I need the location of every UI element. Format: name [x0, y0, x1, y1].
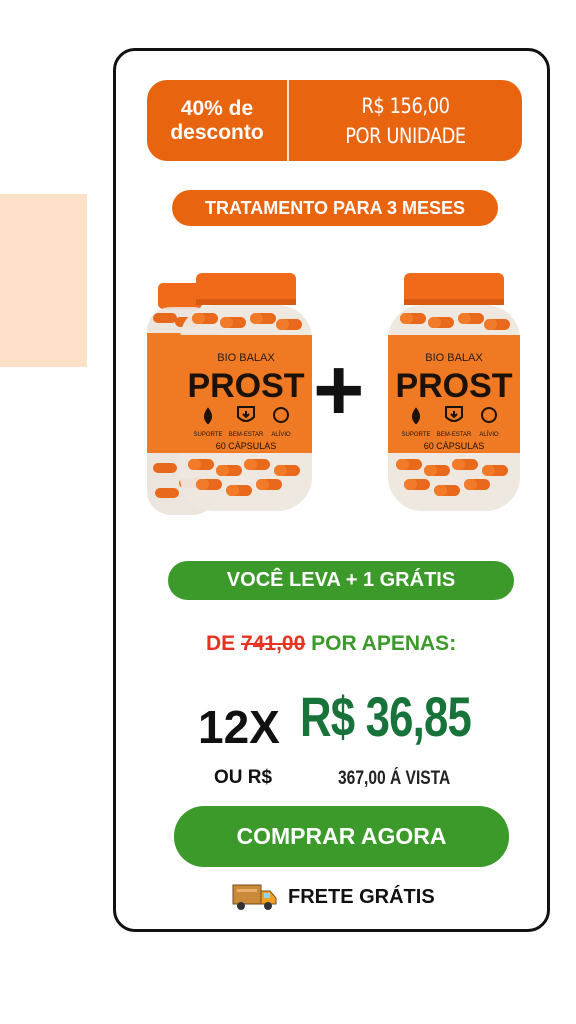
discount-line-2: desconto	[170, 120, 264, 144]
from-label: DE	[206, 632, 236, 655]
brand-label: BIO BALAX	[425, 352, 483, 364]
plus-sign: +	[313, 340, 365, 439]
bonus-badge: VOCÊ LEVA + 1 GRÁTIS	[168, 561, 514, 600]
free-shipping-label: FRETE GRÁTIS	[288, 885, 435, 908]
decorative-side-block	[0, 194, 87, 367]
icon-label-2: BEM-ESTAR	[229, 432, 264, 438]
discount-banner: 40% de desconto R$ 156,00 POR UNIDADE	[147, 80, 522, 161]
installments-count: 12X	[198, 701, 280, 753]
icon-label-1: SUPORTE	[194, 432, 223, 438]
product-name: PROST	[395, 367, 512, 405]
for-only-label: POR APENAS:	[311, 632, 457, 655]
cash-price: 367,00 Á VISTA	[338, 768, 451, 789]
old-price: 741,00	[241, 632, 306, 655]
unit-price-value: R$ 156,00	[361, 93, 450, 118]
product-images: BIO BALAX PROST SUPORTE BEM-ESTAR ALÍVIO…	[140, 268, 530, 528]
banner-divider	[287, 80, 289, 161]
bottle-right: BIO BALAX PROST SUPORTE BEM-ESTAR ALÍVIO…	[388, 273, 520, 511]
unit-price: R$ 156,00 POR UNIDADE	[306, 80, 504, 161]
capsules-label: 60 CÁPSULAS	[216, 441, 277, 451]
bottle-front-left: BIO BALAX PROST SUPORTE BEM-ESTAR ALÍVIO…	[180, 273, 312, 511]
icon-label-2: BEM-ESTAR	[437, 432, 472, 438]
free-shipping: FRETE GRÁTIS	[232, 880, 435, 914]
brand-label: BIO BALAX	[217, 352, 275, 364]
capsules-label: 60 CÁPSULAS	[424, 441, 485, 451]
delivery-truck-icon	[232, 884, 277, 910]
discount-text: 40% de desconto	[147, 80, 287, 161]
product-name: PROST	[187, 367, 304, 405]
treatment-badge: TRATAMENTO PARA 3 MESES	[172, 190, 498, 226]
icon-label-1: SUPORTE	[402, 432, 431, 438]
old-price-line: DE 741,00 POR APENAS:	[206, 632, 456, 656]
buy-now-button[interactable]: COMPRAR AGORA	[174, 806, 509, 867]
icon-label-3: ALÍVIO	[271, 431, 291, 438]
unit-price-label: POR UNIDADE	[345, 123, 466, 148]
or-label: OU R$	[214, 767, 273, 788]
discount-line-1: 40% de	[180, 96, 254, 120]
icon-label-3: ALÍVIO	[479, 431, 499, 438]
installment-price: R$ 36,85	[300, 685, 472, 748]
